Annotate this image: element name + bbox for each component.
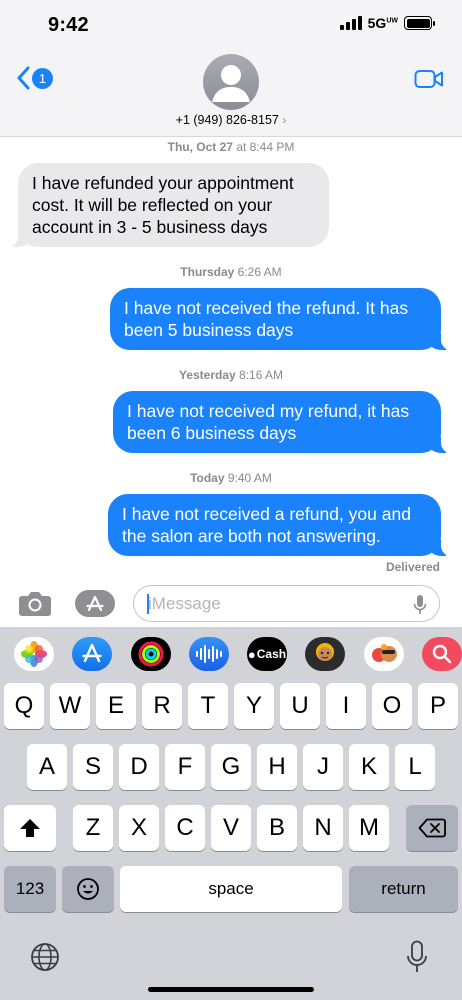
audio-message-icon[interactable] [189,637,229,671]
key-y[interactable]: Y [234,683,274,729]
key-j[interactable]: J [303,744,343,790]
dictation-button[interactable] [406,940,428,979]
activity-icon[interactable] [131,637,171,671]
app-store-a-icon [86,595,104,611]
emoji-smiley-icon [77,878,99,900]
space-key[interactable]: space [120,866,342,912]
key-v[interactable]: V [211,805,251,851]
network-suffix: UW [386,17,398,25]
key-z[interactable]: Z [73,805,113,851]
timestamp: Yesterday 8:16 AM [178,368,284,382]
photos-icon[interactable] [14,637,54,671]
memoji-stickers-icon[interactable] [364,637,404,671]
app-store-icon[interactable] [72,637,112,671]
back-button[interactable]: 1 [16,66,53,90]
message-bubble-outgoing[interactable]: I have not received my refund, it has be… [113,391,451,453]
message-bubble-incoming[interactable]: I have refunded your appointment cost. I… [8,163,329,247]
apple-cash-icon[interactable]: ● Cash [247,637,287,671]
person-icon [212,65,250,102]
apps-button[interactable] [75,590,115,617]
key-t[interactable]: T [188,683,228,729]
key-s[interactable]: S [73,744,113,790]
status-time: 9:42 [48,14,89,36]
conversation-header: 9:42 5GUW 1 +1 (949) 826-8157 › [0,0,462,137]
microphone-icon [407,940,427,972]
numbers-key[interactable]: 123 [4,866,56,912]
key-a[interactable]: A [27,744,67,790]
shift-arrow-icon [20,819,40,837]
network-type: 5G [367,15,387,31]
shift-key[interactable] [4,805,56,851]
dictation-mic-icon[interactable] [413,594,427,616]
facetime-video-button[interactable] [414,68,444,95]
globe-button[interactable] [30,942,60,977]
message-input[interactable] [133,585,440,622]
key-q[interactable]: Q [4,683,44,729]
emoji-key[interactable] [62,866,114,912]
chevron-right-icon: › [282,113,287,127]
camera-icon [19,592,51,616]
key-e[interactable]: E [96,683,136,729]
cellular-signal-icon [339,16,362,30]
key-k[interactable]: K [349,744,389,790]
key-d[interactable]: D [119,744,159,790]
key-b[interactable]: B [257,805,297,851]
message-text-field[interactable] [148,594,398,614]
unread-badge: 1 [32,67,53,89]
key-r[interactable]: R [142,683,182,729]
delete-key[interactable] [406,805,458,851]
key-u[interactable]: U [280,683,320,729]
memoji-icon[interactable] [305,637,345,671]
home-indicator[interactable] [148,987,314,992]
key-g[interactable]: G [211,744,251,790]
delete-backspace-icon [418,818,446,838]
key-p[interactable]: P [418,683,458,729]
key-m[interactable]: M [349,805,389,851]
timestamp: Thu, Oct 27 at 8:44 PM [167,140,295,154]
key-i[interactable]: I [326,683,366,729]
chevron-left-icon [17,66,30,90]
globe-icon [31,943,59,971]
timestamp: Today 9:40 AM [190,471,272,485]
key-o[interactable]: O [372,683,412,729]
contact-name-button[interactable]: +1 (949) 826-8157 › [0,113,462,127]
keyboard: ● Cash Q W E R T Y U I O P A S D F G H J… [0,627,462,1000]
status-indicators: 5GUW [339,15,435,31]
key-n[interactable]: N [303,805,343,851]
image-search-icon[interactable] [422,637,462,671]
camera-button[interactable] [18,590,52,622]
message-bubble-outgoing[interactable]: I have not received the refund. It has b… [110,288,451,350]
video-camera-icon [414,70,443,88]
return-key[interactable]: return [349,866,458,912]
imessage-app-strip: ● Cash [0,627,462,681]
delivery-status: Delivered [385,560,440,574]
key-x[interactable]: X [119,805,159,851]
key-w[interactable]: W [50,683,90,729]
battery-icon [404,16,435,30]
key-f[interactable]: F [165,744,205,790]
avatar[interactable] [203,54,259,110]
message-bubble-outgoing[interactable]: I have not received a refund, you and th… [108,494,451,556]
key-h[interactable]: H [257,744,297,790]
contact-number: +1 (949) 826-8157 [175,113,279,127]
key-c[interactable]: C [165,805,205,851]
timestamp: Thursday 6:26 AM [180,265,282,279]
key-l[interactable]: L [395,744,435,790]
